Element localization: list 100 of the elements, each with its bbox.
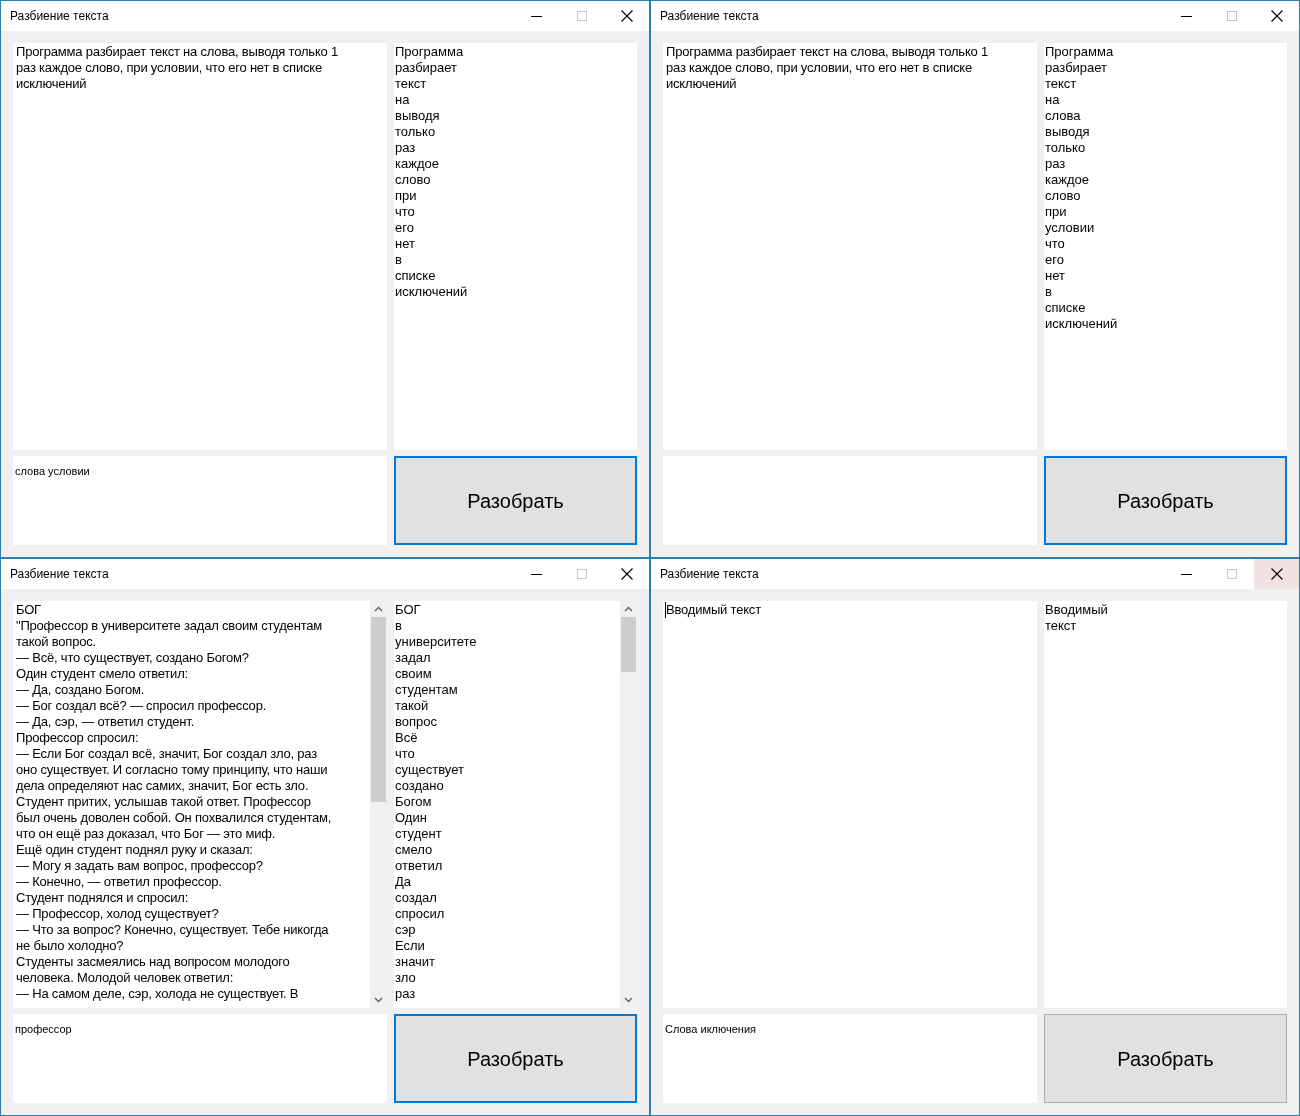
word-item[interactable]: нет xyxy=(1045,268,1065,284)
parse-button[interactable]: Разобрать xyxy=(394,1014,637,1103)
word-item[interactable]: в xyxy=(395,252,402,268)
close-icon xyxy=(620,568,633,580)
word-item[interactable]: Да xyxy=(395,874,412,890)
word-item[interactable]: при xyxy=(1045,204,1067,220)
word-item[interactable]: спросил xyxy=(395,906,445,922)
word-item[interactable]: вопрос xyxy=(395,714,437,730)
minimize-icon xyxy=(531,573,542,575)
word-item[interactable]: БОГ xyxy=(395,602,421,618)
scroll-thumb[interactable] xyxy=(371,617,386,802)
word-item[interactable]: существует xyxy=(395,762,464,778)
exclusions-field[interactable]: Слова иключения xyxy=(663,1014,1037,1103)
word-item[interactable]: при xyxy=(395,188,417,204)
input-text: БОГ "Профессор в университете задал своим студентам такой вопрос. — Всё, что существует, создано Богом? Один студент смело ответил: — Да, создано Богом. — Бог создал всё? — спросил профессор. — Да, сэр, — ответил студент. Профессор спросил: — Если Бог создал всё, значит, Бог создал зло, раз оно существует. И согласно тому принципу, что наши дела определяют нас самих, значит, Бог есть зло. Студент притих, услышав такой ответ. Профессор был очень доволен собой. Он похвалился студентам, что он ещё раз доказал, что Бог — это миф. Ещё один студент поднял руку и сказал: — Могу я задать вам вопрос, профессор? — Конечно, — ответил профессор. Студент поднялся и спросил: — Профессор, холод существует? — Что за вопрос? Конечно, существует. Тебе никогда не было холодно? Студенты засмеялись над вопросом молодого человека. Молодой человек ответил: — На самом деле, сэр, холода не существует. В xyxy=(15,602,332,1002)
parse-button[interactable]: Разобрать xyxy=(394,456,637,545)
maximize-icon xyxy=(576,569,587,579)
close-icon xyxy=(1270,10,1283,22)
word-item[interactable]: Всё xyxy=(395,730,418,746)
close-button[interactable] xyxy=(1254,559,1299,589)
word-item[interactable]: текст xyxy=(395,76,427,92)
exclusions-text: профессор xyxy=(15,1023,72,1035)
word-item[interactable]: каждое xyxy=(1045,172,1089,188)
word-item[interactable]: что xyxy=(395,204,415,220)
word-item[interactable]: задал xyxy=(395,650,431,666)
word-item[interactable]: в xyxy=(1045,284,1052,300)
word-list[interactable]: Программа разбирает текст на слова выводя только раз каждое слово при условии что его нет в списке исключений xyxy=(1044,43,1287,450)
word-list[interactable]: БОГ в университете задал своим студентам такой вопрос Всё что существует создано Богом Один студент смело ответил Да создал спросил сэр Если значит зло раз xyxy=(394,601,637,1008)
word-item[interactable]: раз xyxy=(395,986,416,1002)
exclusions-field[interactable]: профессор xyxy=(13,1014,387,1103)
word-item[interactable]: Программа xyxy=(395,44,464,60)
word-item[interactable]: разбирает xyxy=(395,60,458,76)
word-item[interactable]: его xyxy=(1045,252,1064,268)
minimize-icon xyxy=(1181,573,1192,575)
word-item[interactable]: слова xyxy=(1045,108,1081,124)
word-item[interactable]: разбирает xyxy=(1045,60,1108,76)
scroll-thumb[interactable] xyxy=(621,617,636,672)
word-item[interactable]: текст xyxy=(1045,76,1077,92)
window-title: Разбиение текста xyxy=(10,8,109,25)
word-item[interactable]: списке xyxy=(395,268,436,284)
word-item[interactable]: создано xyxy=(395,778,444,794)
parse-button[interactable]: Разобрать xyxy=(1044,456,1287,545)
word-item[interactable]: значит xyxy=(395,954,436,970)
input-text: Программа разбирает текст на слова, выводя только 1 раз каждое слово, при условии, что его нет в списке исключений xyxy=(665,44,989,92)
minimize-icon xyxy=(531,15,542,17)
word-item[interactable]: сэр xyxy=(395,922,416,938)
word-item[interactable]: слово xyxy=(1045,188,1081,204)
word-list[interactable]: Программа разбирает текст на выводя только раз каждое слово при что его нет в списке исключений xyxy=(394,43,637,450)
word-item[interactable]: только xyxy=(395,124,436,140)
word-item[interactable]: смело xyxy=(395,842,433,858)
word-item[interactable]: в xyxy=(395,618,402,634)
exclusions-text: Слова иключения xyxy=(665,1023,757,1035)
word-item[interactable]: условии xyxy=(1045,220,1095,236)
word-item[interactable]: университете xyxy=(395,634,477,650)
close-icon xyxy=(620,10,633,22)
parse-button[interactable]: Разобрать xyxy=(1044,1014,1287,1103)
word-item[interactable]: нет xyxy=(395,236,415,252)
word-item[interactable]: его xyxy=(395,220,414,236)
text-input[interactable]: Программа разбирает текст на слова, выводя только 1 раз каждое слово, при условии, что его нет в списке исключений xyxy=(13,43,387,450)
scroll-down-icon[interactable] xyxy=(624,997,633,1003)
word-item[interactable]: только xyxy=(1045,140,1086,156)
word-item[interactable]: своим xyxy=(395,666,432,682)
minimize-icon xyxy=(1181,15,1192,17)
maximize-icon xyxy=(1226,569,1237,579)
window-title: Разбиение текста xyxy=(660,8,759,25)
word-item[interactable]: выводя xyxy=(395,108,440,124)
text-input[interactable]: Программа разбирает текст на слова, выводя только 1 раз каждое слово, при условии, что его нет в списке исключений xyxy=(663,43,1037,450)
scroll-down-icon[interactable] xyxy=(374,997,383,1003)
word-item[interactable]: такой xyxy=(395,698,429,714)
word-item[interactable]: создал xyxy=(395,890,437,906)
word-item[interactable]: студент xyxy=(395,826,442,842)
word-item[interactable]: студентам xyxy=(395,682,458,698)
word-item[interactable]: Вводимый xyxy=(1045,602,1108,618)
word-item[interactable]: каждое xyxy=(395,156,439,172)
maximize-icon xyxy=(1226,11,1237,21)
text-input[interactable] xyxy=(13,601,387,1008)
word-item[interactable]: на xyxy=(395,92,410,108)
scroll-up-icon[interactable] xyxy=(374,606,383,612)
word-item[interactable]: исключений xyxy=(395,284,468,300)
word-item[interactable]: Богом xyxy=(395,794,432,810)
word-item[interactable]: что xyxy=(1045,236,1065,252)
word-item[interactable]: Если xyxy=(395,938,425,954)
word-item[interactable]: раз xyxy=(1045,156,1066,172)
word-item[interactable]: текст xyxy=(1045,618,1077,634)
word-item[interactable]: что xyxy=(395,746,415,762)
text-input[interactable]: Вводимый текст xyxy=(663,601,1037,1008)
word-item[interactable]: зло xyxy=(395,970,416,986)
scroll-up-icon[interactable] xyxy=(624,606,633,612)
word-item[interactable]: исключений xyxy=(1045,316,1118,332)
word-item[interactable]: выводя xyxy=(1045,124,1090,140)
exclusions-field[interactable]: слова условии xyxy=(13,456,387,545)
word-item[interactable]: списке xyxy=(1045,300,1086,316)
word-item[interactable]: ответил xyxy=(395,858,443,874)
word-item[interactable]: на xyxy=(1045,92,1060,108)
word-list[interactable]: Вводимый текст xyxy=(1044,601,1287,1008)
word-item[interactable]: слово xyxy=(395,172,431,188)
word-item[interactable]: раз xyxy=(395,140,416,156)
exclusions-text: слова условии xyxy=(15,465,90,477)
word-item[interactable]: Один xyxy=(395,810,427,826)
word-item[interactable]: Программа xyxy=(1045,44,1114,60)
